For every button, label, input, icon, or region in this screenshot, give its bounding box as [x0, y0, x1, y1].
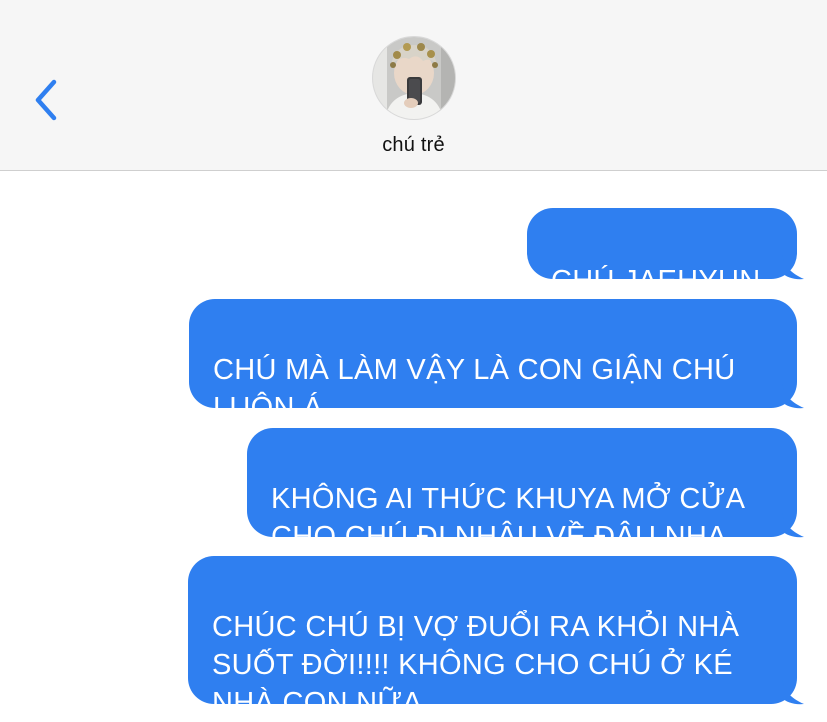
- back-button[interactable]: [28, 76, 68, 124]
- message-text: KHÔNG AI THỨC KHUYA MỞ CỬA CHO CHÚ ĐI NH…: [271, 483, 746, 553]
- bubble-tail: [782, 255, 804, 280]
- bubble-tail: [782, 384, 804, 409]
- contact-name[interactable]: chú trẻ: [0, 134, 827, 157]
- message-bubble[interactable]: CHÚC CHÚ BỊ VỢ ĐUỔI RA KHỎI NHÀ SUỐT ĐỜI…: [188, 556, 797, 719]
- bubble-tail: [782, 513, 804, 538]
- contact-avatar[interactable]: [373, 37, 455, 119]
- message-bubble[interactable]: KHÔNG AI THỨC KHUYA MỞ CỬA CHO CHÚ ĐI NH…: [247, 428, 797, 553]
- message-thread: CHÚ JAEHYUN CHÚ MÀ LÀM VẬY LÀ CON GIẬN C…: [0, 171, 827, 722]
- message-text: CHÚ MÀ LÀM VẬY LÀ CON GIẬN CHÚ LUÔN Á: [213, 354, 736, 424]
- conversation-header: chú trẻ: [0, 0, 827, 171]
- bubble-tail: [782, 680, 804, 705]
- message-bubble[interactable]: CHÚ JAEHYUN: [527, 208, 797, 297]
- message-text: CHÚ JAEHYUN: [551, 265, 761, 297]
- message-text: CHÚC CHÚ BỊ VỢ ĐUỔI RA KHỎI NHÀ SUỐT ĐỜI…: [212, 611, 740, 719]
- avatar-photo: [373, 37, 455, 119]
- chevron-left-icon: [35, 79, 57, 121]
- message-bubble[interactable]: CHÚ MÀ LÀM VẬY LÀ CON GIẬN CHÚ LUÔN Á: [189, 299, 797, 424]
